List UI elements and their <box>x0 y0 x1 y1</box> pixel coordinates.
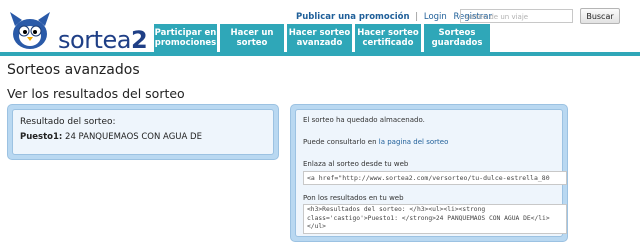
header: sortea2 Publicar una promoción | Login R… <box>0 0 640 56</box>
draw-page-link[interactable]: la pagina del sorteo <box>379 138 449 146</box>
main-nav: Participar en promociones Hacer un sorte… <box>154 24 493 52</box>
nav-saved-draws[interactable]: Sorteos guardados <box>424 24 490 52</box>
web-label: Pon los resultados en tu web <box>303 194 404 202</box>
results-panel: Resultado del sorteo: Puesto1: 24 PANQUE… <box>7 104 279 160</box>
nav-bar <box>0 52 640 56</box>
mascot-icon <box>10 12 50 49</box>
share-inner: El sorteo ha quedado almacenado. Puede c… <box>295 109 567 237</box>
nav-advanced-draw[interactable]: Hacer sorteo avanzado <box>287 24 352 52</box>
login-link[interactable]: Login <box>424 12 447 22</box>
web-code-textarea[interactable]: <h3>Resultados del sorteo: </h3><ul><li>… <box>303 204 567 234</box>
results-inner: Resultado del sorteo: Puesto1: 24 PANQUE… <box>12 109 274 155</box>
link-label: Enlaza al sorteo desde tu web <box>303 160 409 168</box>
brand-name: sortea2 <box>58 26 148 54</box>
consult-prefix: Puede consultarlo en <box>303 138 377 146</box>
search-button[interactable]: Buscar <box>580 8 620 24</box>
publish-promotion-link[interactable]: Publicar una promoción <box>296 12 410 22</box>
results-title: Resultado del sorteo: <box>20 117 116 127</box>
nav-make-draw[interactable]: Hacer un sorteo <box>220 24 284 52</box>
nav-certified-draw[interactable]: Hacer sorteo certificado <box>355 24 421 52</box>
section-title: Ver los resultados del sorteo <box>7 86 185 101</box>
separator: | <box>415 12 419 22</box>
stored-message: El sorteo ha quedado almacenado. <box>303 116 425 124</box>
consult-text: Puede consultarlo en la pagina del sorte… <box>303 138 448 146</box>
page-title: Sorteos avanzados <box>7 62 140 78</box>
position-value: 24 PANQUEMAOS CON AGUA DE <box>65 132 202 142</box>
position-label: Puesto1: <box>20 132 63 142</box>
search-input[interactable]: sorteo de un viaje <box>460 9 573 23</box>
result-line: Puesto1: 24 PANQUEMAOS CON AGUA DE <box>20 132 266 142</box>
nav-participate[interactable]: Participar en promociones <box>154 24 217 52</box>
logo[interactable]: sortea2 <box>6 2 156 54</box>
link-code-input[interactable]: <a href="http://www.sortea2.com/versorte… <box>303 171 567 185</box>
share-panel: El sorteo ha quedado almacenado. Puede c… <box>290 104 568 242</box>
